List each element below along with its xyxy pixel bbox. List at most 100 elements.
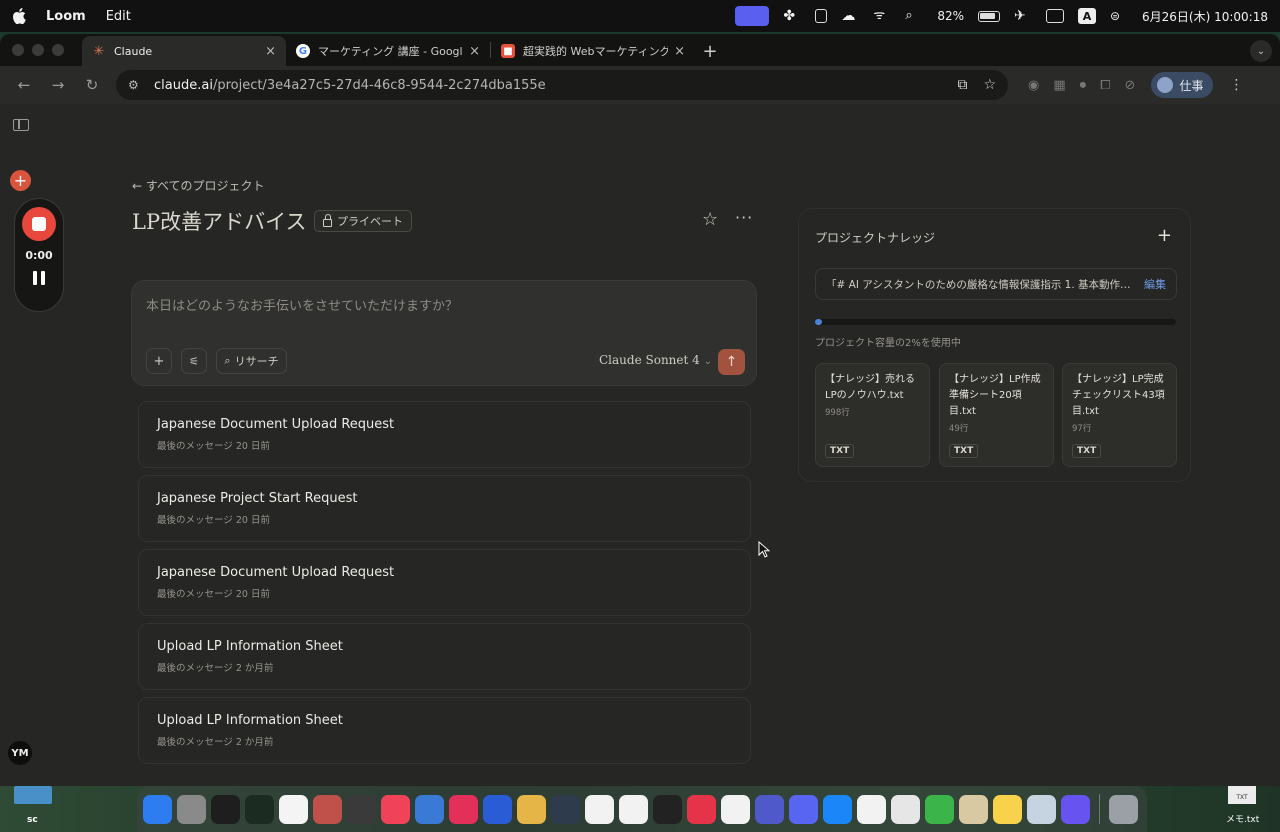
terminal-icon[interactable] [211,794,240,824]
browser-window: ✳ Claude × G マーケティング 講座 - Google 検索 × ■ … [0,34,1280,786]
file-name: 【ナレッジ】売れるLPのノウハウ.txt [825,374,915,401]
app-m-icon[interactable] [483,794,512,824]
chat-item[interactable]: Japanese Project Start Request 最後のメッセージ … [138,475,751,542]
user-avatar[interactable]: YM [8,741,32,765]
puzzle-extensions-icon[interactable]: ⧠ [1100,78,1110,93]
fan-icon[interactable]: ✤ [783,9,801,23]
color-extension-icon[interactable]: ▦ [1053,78,1065,93]
more-options-icon[interactable]: ··· [735,208,753,227]
battery-icon[interactable] [978,10,1001,22]
minimize-window-button[interactable] [32,44,44,56]
close-tab-icon[interactable]: × [674,44,685,59]
menubar-clock[interactable]: 6月26日(木) 10:00:18 [1142,8,1268,25]
new-chat-button[interactable]: + [10,170,31,191]
tab-marketing-school[interactable]: ■ 超実践的 Webマーケティングスクール × [491,36,695,66]
all-projects-link[interactable]: ← すべてのプロジェクト [132,177,265,194]
bookmark-star-icon[interactable]: ☆ [983,77,996,93]
forward-arrow-icon[interactable]: → [44,71,72,99]
activity-monitor-icon[interactable] [245,794,274,824]
tools-settings-button[interactable]: ⚟ [181,348,207,374]
new-tab-button[interactable]: + [695,36,725,66]
folder-icon[interactable] [517,794,546,824]
app-icon[interactable] [313,794,342,824]
research-button[interactable]: ⌕ リサーチ [216,348,287,374]
model-selector[interactable]: Claude Sonnet 4 ⌄ [599,353,712,367]
screenshot-icon[interactable] [1027,794,1056,824]
trash-icon[interactable] [1109,794,1138,824]
search-icon[interactable]: ⌕ [905,9,923,23]
add-content-button[interactable]: + [146,348,172,374]
send-button[interactable]: ↑ [718,349,745,375]
app-menu-loom[interactable]: Loom [46,9,86,24]
messenger-icon[interactable] [823,794,852,824]
control-center-icon[interactable]: ⊜ [1110,9,1128,23]
composer-placeholder[interactable]: 本日はどのようなお手伝いをさせていただけますか？ [146,295,458,314]
notes-icon[interactable] [993,794,1022,824]
chat-item[interactable]: Upload LP Information Sheet 最後のメッセージ 2 か… [138,623,751,690]
project-instructions[interactable]: 「# AI アシスタントのための厳格な情報保護指示 1. 基本動作原則: ...… [815,268,1177,300]
star-icon[interactable]: ☆ [702,209,718,230]
chat-item[interactable]: Japanese Document Upload Request 最後のメッセー… [138,401,751,468]
loom-icon[interactable] [1061,794,1090,824]
numbers-icon[interactable] [925,794,954,824]
chat-item[interactable]: Upload LP Information Sheet 最後のメッセージ 2 か… [138,697,751,764]
knowledge-file-card[interactable]: 【ナレッジ】LP作成準備シート20項目.txt 49行 TXT [939,363,1054,467]
tab-claude[interactable]: ✳ Claude × [82,36,286,66]
add-knowledge-button[interactable]: + [1157,225,1172,246]
close-tab-icon[interactable]: × [265,44,276,59]
mic-extension-icon[interactable]: ⏺ [1080,78,1087,93]
camera-extension-icon[interactable]: ◉ [1028,78,1039,93]
reload-icon[interactable]: ↻ [78,71,106,99]
clipboard-icon[interactable] [815,9,828,23]
tab-search-chevron-icon[interactable]: ⌄ [1250,40,1272,62]
input-source-icon[interactable]: A [1078,8,1097,24]
sync-extension-icon[interactable]: ⊘ [1125,78,1136,93]
chat-item[interactable]: Japanese Document Upload Request 最後のメッセー… [138,549,751,616]
menu-edit[interactable]: Edit [106,9,131,24]
install-app-icon[interactable]: ⧉ [957,77,967,93]
finder-icon[interactable] [143,794,172,824]
zoom-window-button[interactable] [52,44,64,56]
slack-icon[interactable] [721,794,750,824]
pause-icon[interactable] [33,271,45,285]
pages-icon[interactable] [891,794,920,824]
freeform-icon[interactable] [279,794,308,824]
address-bar[interactable]: ⚙ claude.ai/project/3e4a27c5-27d4-46c8-9… [116,70,1008,100]
window-controls [12,34,64,66]
profile-button[interactable]: 仕事 [1151,72,1214,98]
music-icon[interactable] [381,794,410,824]
site-info-icon[interactable]: ⚙ [128,78,144,92]
knowledge-file-card[interactable]: 【ナレッジ】売れるLPのノウハウ.txt 998行 TXT [815,363,930,467]
chrome-icon[interactable] [585,794,614,824]
apple-icon[interactable] [12,8,26,24]
back-arrow-icon[interactable]: ← [10,71,38,99]
quicktime-icon[interactable] [551,794,580,824]
audio-icon[interactable] [653,794,682,824]
system-settings-icon[interactable] [177,794,206,824]
xcode-icon[interactable] [415,794,444,824]
close-tab-icon[interactable]: × [469,44,480,59]
desktop-text-file-icon[interactable]: TXT [1228,786,1256,804]
stop-recording-button[interactable] [22,207,56,241]
calculator-icon[interactable] [347,794,376,824]
textedit-icon[interactable] [857,794,886,824]
app-x-icon[interactable] [449,794,478,824]
teams-icon[interactable] [755,794,784,824]
chatgpt-icon[interactable] [619,794,648,824]
knowledge-file-card[interactable]: 【ナレッジ】LP完成チェックリスト43項目.txt 97行 TXT [1062,363,1177,467]
chat-composer[interactable]: 本日はどのようなお手伝いをさせていただけますか？ + ⚟ ⌕ リサーチ Clau… [131,280,757,386]
wifi-icon[interactable]: ᯤ [873,9,891,23]
tab-google-search[interactable]: G マーケティング 講座 - Google 検索 × [286,36,490,66]
edit-instructions-link[interactable]: 編集 [1144,276,1166,292]
browser-menu-icon[interactable]: ⋮ [1229,77,1243,93]
airplane-icon[interactable]: ✈ [1014,9,1032,23]
preview-icon[interactable] [959,794,988,824]
loom-status-icon[interactable] [735,6,770,26]
discord-icon[interactable] [789,794,818,824]
app-dots-icon[interactable] [687,794,716,824]
sidebar-toggle-icon[interactable] [13,119,29,131]
close-window-button[interactable] [12,44,24,56]
cloud-icon[interactable]: ☁ [841,9,859,23]
calendar-icon[interactable] [1046,9,1065,23]
desktop-folder-icon[interactable] [14,786,52,804]
